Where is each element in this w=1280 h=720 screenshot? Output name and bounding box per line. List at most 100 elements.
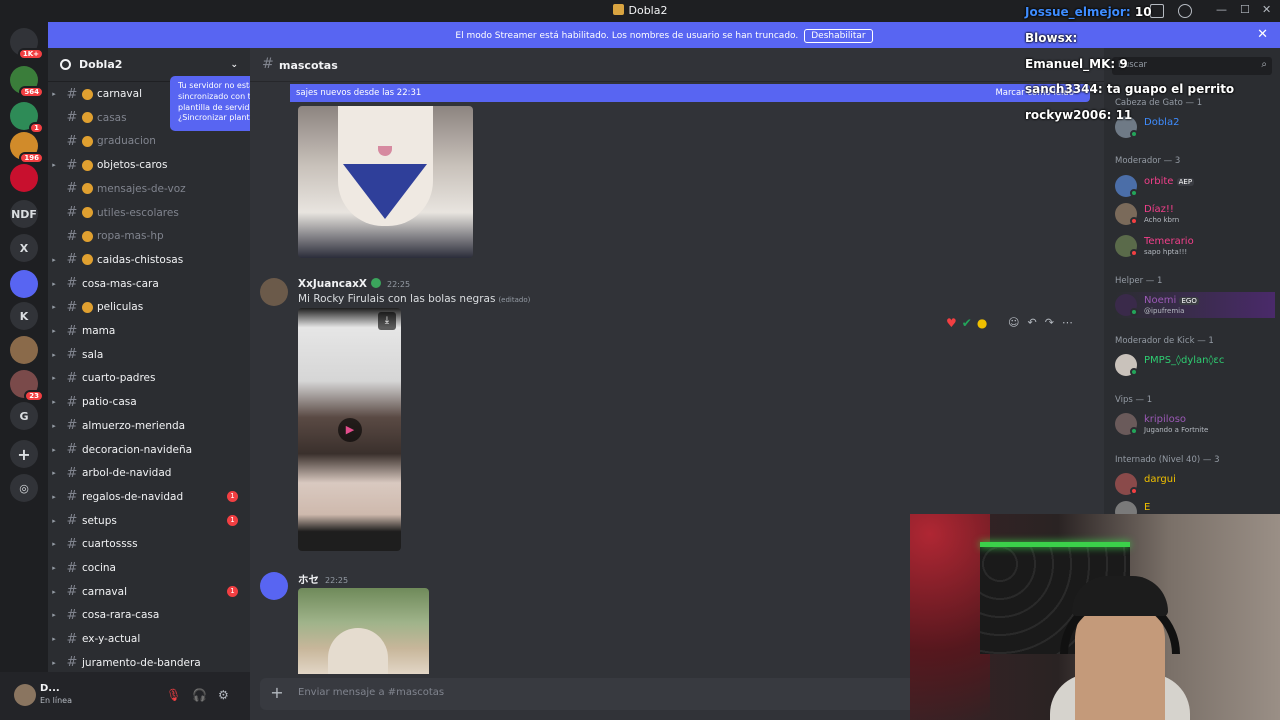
hash-icon: #	[66, 276, 78, 292]
chat-message: 11	[1115, 108, 1133, 122]
member-item[interactable]: PMPS_◊dylan◊εc	[1115, 352, 1275, 378]
play-icon[interactable]: ▶	[338, 418, 362, 442]
server-icon[interactable]: 564	[10, 66, 44, 98]
collapse-arrow-icon: ▸	[52, 421, 56, 430]
channel-item[interactable]: ▸ # juramento-de-bandera	[48, 652, 250, 674]
channel-item[interactable]: # graduacion	[48, 130, 250, 152]
check-icon[interactable]: ✔	[962, 316, 972, 330]
close-window-icon[interactable]: ✕	[1262, 3, 1271, 16]
member-item[interactable]: dargui	[1115, 471, 1275, 497]
channel-name: casas	[97, 111, 127, 124]
channel-item[interactable]: # ropa-mas-hp	[48, 225, 250, 247]
discover-icon[interactable]: ◎	[10, 474, 38, 502]
minimize-icon[interactable]: —	[1216, 3, 1227, 16]
channel-item[interactable]: ▸ # almuerzo-merienda	[48, 415, 250, 437]
video-attachment[interactable]: ⤓ ▶	[298, 308, 401, 551]
hash-icon: #	[66, 370, 78, 386]
user-panel: D... En línea 🎙 🎧 ⚙	[0, 672, 250, 720]
member-item[interactable]: Noemi EGO @ipufremia	[1115, 292, 1275, 318]
mute-mic-icon[interactable]: 🎙	[166, 688, 181, 702]
search-input[interactable]	[1118, 60, 1248, 70]
channel-item[interactable]: ▸ # patio-casa	[48, 391, 250, 413]
channel-item[interactable]: # mensajes-de-voz	[48, 178, 250, 200]
stream-chat-line: Emanuel_MK: 9	[1025, 57, 1128, 71]
gear-icon[interactable]: ⚙	[218, 688, 229, 702]
channel-item[interactable]: ▸ # cuartossss	[48, 533, 250, 555]
member-item[interactable]: Dobla2	[1115, 114, 1275, 140]
channel-header: # mascotas	[250, 48, 1104, 82]
dog-image-attachment[interactable]	[298, 588, 429, 674]
channel-item[interactable]: ▸ # peliculas	[48, 296, 250, 318]
server-icon[interactable]: 1K+	[10, 28, 44, 60]
server-icon[interactable]: 23	[10, 370, 44, 402]
heart-icon[interactable]: ♥	[946, 316, 957, 330]
channel-name: mensajes-de-voz	[97, 182, 186, 195]
server-icon[interactable]: X	[10, 234, 38, 262]
maximize-icon[interactable]: ☐	[1240, 3, 1250, 16]
deafen-icon[interactable]: 🎧	[192, 688, 207, 702]
channel-item[interactable]: ▸ # regalos-de-navidad 1	[48, 486, 250, 508]
search-icon[interactable]: ⌕	[1261, 59, 1267, 70]
server-icon[interactable]	[10, 336, 38, 364]
channel-name: peliculas	[97, 301, 144, 314]
server-icon[interactable]: K	[10, 302, 38, 330]
channel-item[interactable]: ▸ # mama	[48, 320, 250, 342]
message-input[interactable]	[298, 687, 898, 698]
channel-name: patio-casa	[82, 396, 137, 409]
server-icon[interactable]	[10, 164, 38, 192]
banner-close-icon[interactable]: ✕	[1257, 27, 1268, 42]
help-icon[interactable]	[1178, 4, 1192, 18]
message-author[interactable]: ホセ 22:25	[298, 572, 348, 587]
member-activity: Jugando a Fortnite	[1144, 426, 1209, 434]
add-reaction-icon[interactable]: ☺	[1008, 316, 1019, 329]
channel-item[interactable]: ▸ # decoracion-navideña	[48, 439, 250, 461]
channel-item[interactable]: ▸ # arbol-de-navidad	[48, 462, 250, 484]
channel-item[interactable]: ▸ # caidas-chistosas	[48, 249, 250, 271]
plus-icon[interactable]: +	[268, 684, 286, 702]
user-name: D...	[40, 683, 60, 694]
mention-badge: 564	[19, 86, 44, 98]
status-dot	[1130, 217, 1138, 225]
reply-icon[interactable]: ↶	[1027, 316, 1036, 329]
avatar[interactable]	[260, 572, 288, 600]
channel-item[interactable]: ▸ # objetos-caros	[48, 154, 250, 176]
avatar[interactable]	[14, 684, 36, 706]
channel-item[interactable]: ▸ # ex-y-actual	[48, 628, 250, 650]
more-icon[interactable]: ⋯	[1062, 316, 1073, 329]
message-author[interactable]: XxJuancaxX 22:25	[298, 278, 410, 290]
server-label: K	[19, 309, 29, 323]
member-name: Noemi EGO	[1144, 295, 1199, 306]
channel-item[interactable]: ▸ # carnaval 1	[48, 581, 250, 603]
add-server-icon[interactable]: +	[10, 440, 38, 468]
avatar[interactable]	[260, 278, 288, 306]
message-reactions[interactable]: ♥ ✔ ●	[946, 316, 992, 330]
channel-item[interactable]: ▸ # cosa-mas-cara	[48, 273, 250, 295]
forward-icon[interactable]: ↷	[1045, 316, 1054, 329]
collapse-arrow-icon: ▸	[52, 90, 56, 98]
channel-item[interactable]: ▸ # cocina	[48, 557, 250, 579]
member-item[interactable]: Temerario sapo hpta!!!	[1115, 233, 1275, 259]
disable-streamer-button[interactable]: Deshabilitar	[804, 29, 873, 43]
server-icon[interactable]: 1	[10, 102, 44, 134]
mention-badge: 23	[24, 390, 44, 402]
server-icon[interactable]: NDF	[10, 200, 38, 228]
inbox-icon[interactable]	[1150, 4, 1164, 18]
channel-item[interactable]: # utiles-escolares	[48, 202, 250, 224]
channel-item[interactable]: ▸ # cuarto-padres	[48, 367, 250, 389]
channel-title: mascotas	[279, 59, 338, 72]
channel-item[interactable]: ▸ # sala	[48, 344, 250, 366]
member-item[interactable]: Díaz!! Acho kbrn	[1115, 201, 1275, 227]
member-item[interactable]: kripiloso Jugando a Fortnite	[1115, 411, 1275, 437]
channel-item[interactable]: ▸ # cosa-rara-casa	[48, 604, 250, 626]
emoji-face-icon[interactable]: ●	[977, 316, 987, 330]
download-icon[interactable]: ⤓	[378, 312, 396, 330]
member-tag: AEP	[1176, 178, 1195, 186]
channel-item[interactable]: ▸ # setups 1	[48, 510, 250, 532]
cat-image-attachment[interactable]	[298, 106, 473, 258]
server-icon[interactable]: 196	[10, 132, 44, 164]
server-icon[interactable]	[10, 270, 38, 298]
server-icon[interactable]: G	[10, 402, 38, 430]
channel-name: cosa-rara-casa	[82, 609, 160, 622]
member-item[interactable]: orbite AEP	[1115, 173, 1275, 199]
new-messages-bar[interactable]: sajes nuevos desde las 22:31 Marcar como…	[290, 84, 1090, 102]
